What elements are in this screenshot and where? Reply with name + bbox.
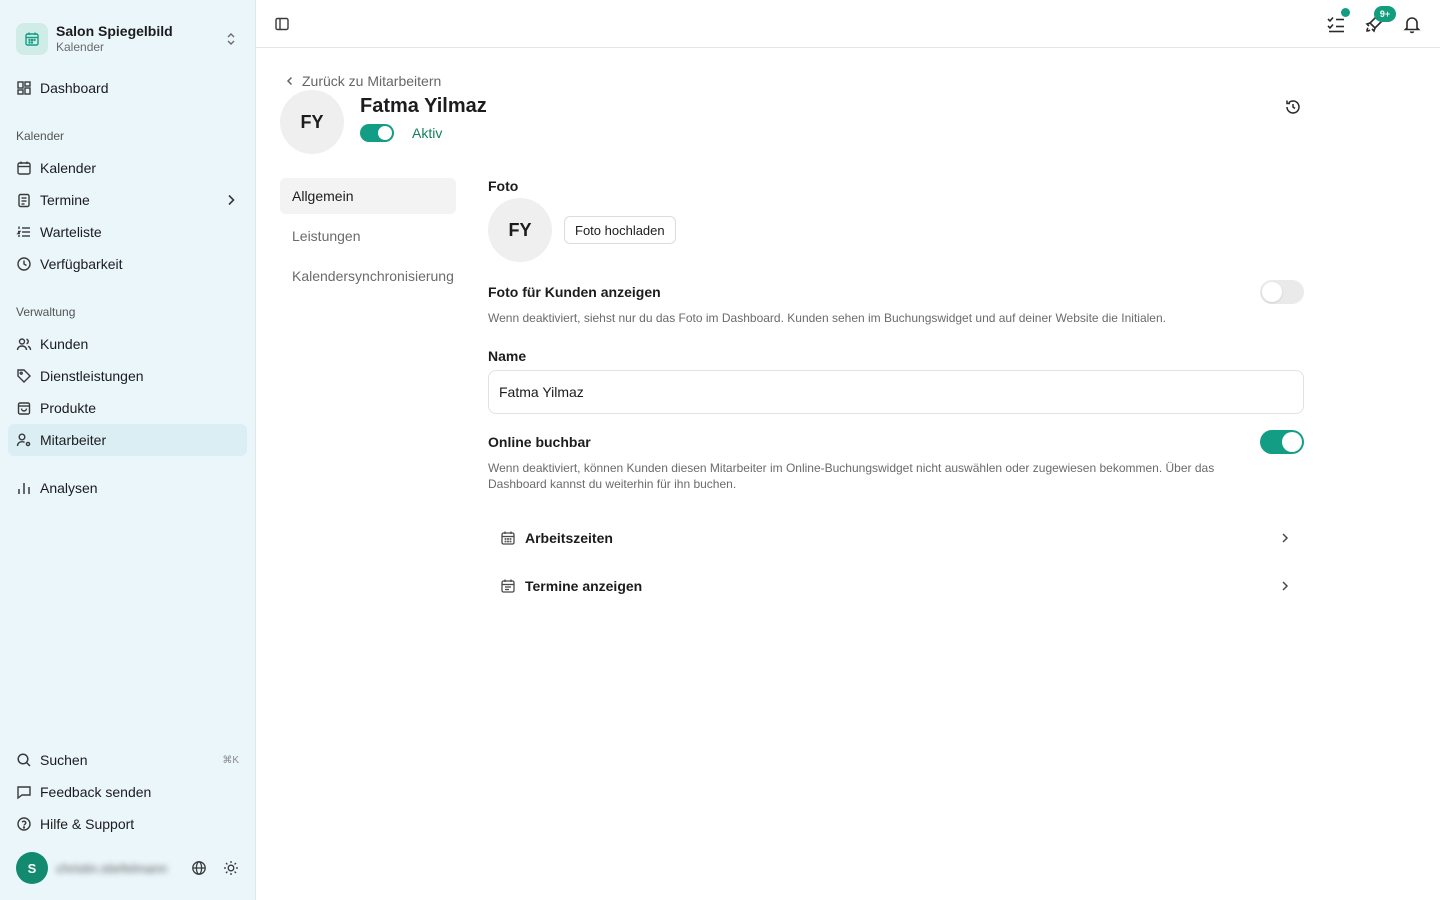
sidebar-item-waitlist[interactable]: Warteliste [8,216,247,248]
photo-avatar: FY [488,198,552,262]
message-square-icon [16,784,32,800]
topbar: 9+ [256,0,1440,48]
status-label: Aktiv [412,125,443,141]
nav-section-calendar: Kalender [16,129,65,143]
calendar-icon [16,160,32,176]
sidebar-toggle-icon[interactable] [274,16,290,32]
user-menu[interactable]: S christin.stiefelmann [0,840,255,900]
sidebar-item-label: Dienstleistungen [40,368,144,384]
online-bookable-label: Online buchbar [488,434,591,450]
upload-photo-button[interactable]: Foto hochladen [564,216,676,244]
bell-icon[interactable] [1402,14,1422,34]
clipboard-icon [16,192,32,208]
sun-icon[interactable] [223,860,239,876]
sidebar-item-label: Kunden [40,336,89,352]
sidebar-item-label: Produkte [40,400,97,416]
sidebar-item-search[interactable]: Suchen ⌘K [8,744,247,776]
show-photo-help: Wenn deaktiviert, siehst nur du das Foto… [488,311,1166,325]
back-link-label: Zurück zu Mitarbeitern [302,73,442,89]
search-icon [16,752,32,768]
bar-chart-icon [16,480,32,496]
employee-form: Foto FY Foto hochladen Foto für Kunden a… [488,178,1304,610]
sidebar-item-label: Termine [40,192,90,208]
chevron-up-down-icon [223,31,239,47]
tab-services[interactable]: Leistungen [280,218,456,254]
chevron-left-icon [284,75,296,87]
working-hours-link[interactable]: Arbeitszeiten [488,514,1304,562]
sidebar-item-products[interactable]: Produkte [8,392,247,424]
view-appointments-label: Termine anzeigen [525,578,643,594]
sidebar-item-label: Kalender [40,160,97,176]
tab-general[interactable]: Allgemein [280,178,456,214]
name-input[interactable] [488,370,1304,414]
sidebar-item-label: Dashboard [40,80,109,96]
tasks-indicator-dot [1341,8,1350,17]
sidebar-item-label: Suchen [40,752,88,768]
calendar-logo-icon [16,23,48,55]
user-name: christin.stiefelmann [56,860,168,876]
show-photo-label: Foto für Kunden anzeigen [488,284,661,300]
globe-icon[interactable] [191,860,207,876]
sidebar-item-label: Feedback senden [40,784,152,800]
history-icon[interactable] [1284,98,1302,116]
working-hours-label: Arbeitszeiten [525,530,613,546]
avatar: S [16,852,48,884]
chevron-right-icon [1278,531,1292,545]
sidebar-item-services[interactable]: Dienstleistungen [8,360,247,392]
employee-avatar: FY [280,90,344,154]
tasks-icon[interactable] [1326,8,1350,34]
sidebar-item-calendar[interactable]: Kalender [8,152,247,184]
sidebar-item-customers[interactable]: Kunden [8,328,247,360]
online-bookable-help: Wenn deaktiviert, können Kunden diesen M… [488,461,1215,491]
list-ordered-icon [16,224,32,240]
org-name: Salon Spiegelbild [56,23,173,39]
page-title: Fatma Yilmaz [360,95,487,117]
sidebar-item-employees[interactable]: Mitarbeiter [8,424,247,456]
sidebar-item-availability[interactable]: Verfügbarkeit [8,248,247,280]
dashboard-icon [16,80,32,96]
clock-icon [16,256,32,272]
sidebar-item-help[interactable]: Hilfe & Support [8,808,247,840]
users-icon [16,336,32,352]
main-content: 9+ Zurück zu Mitarbeitern FY Fatma Yilma… [256,0,1440,900]
photo-label: Foto [488,178,519,194]
sidebar-item-label: Warteliste [40,224,102,240]
calendar-list-icon [500,578,516,594]
sidebar-item-label: Hilfe & Support [40,816,135,832]
sidebar-item-label: Verfügbarkeit [40,256,123,272]
show-photo-toggle[interactable] [1260,280,1304,304]
online-bookable-toggle[interactable] [1260,430,1304,454]
calendar-icon [500,530,516,546]
help-circle-icon [16,816,32,832]
sidebar-item-analytics[interactable]: Analysen [8,472,247,504]
sidebar-item-feedback[interactable]: Feedback senden [8,776,247,808]
subnav: Allgemein Leistungen Kalendersynchronisi… [280,178,480,610]
shopping-bag-icon [16,400,32,416]
sidebar-item-dashboard[interactable]: Dashboard [8,72,247,104]
rocket-icon[interactable]: 9+ [1364,6,1396,34]
chevron-right-icon [223,192,239,208]
active-toggle[interactable] [360,124,394,142]
tag-icon [16,368,32,384]
sidebar-item-label: Mitarbeiter [40,432,107,448]
search-shortcut: ⌘K [222,754,239,766]
nav-section-management: Verwaltung [16,305,76,319]
sidebar-item-label: Analysen [40,480,98,496]
tab-calendar-sync[interactable]: Kalendersynchronisierung [280,258,456,294]
org-switcher[interactable]: Salon Spiegelbild Kalender [0,0,255,64]
updates-badge: 9+ [1374,6,1396,22]
name-label: Name [488,348,527,364]
view-appointments-link[interactable]: Termine anzeigen [488,562,1304,610]
sidebar-item-appointments[interactable]: Termine [8,184,247,216]
user-cog-icon [16,432,32,448]
sidebar: Salon Spiegelbild Kalender Dashboard Kal… [0,0,256,900]
chevron-right-icon [1278,579,1292,593]
org-section: Kalender [56,40,105,54]
back-link[interactable]: Zurück zu Mitarbeitern [284,72,1416,90]
